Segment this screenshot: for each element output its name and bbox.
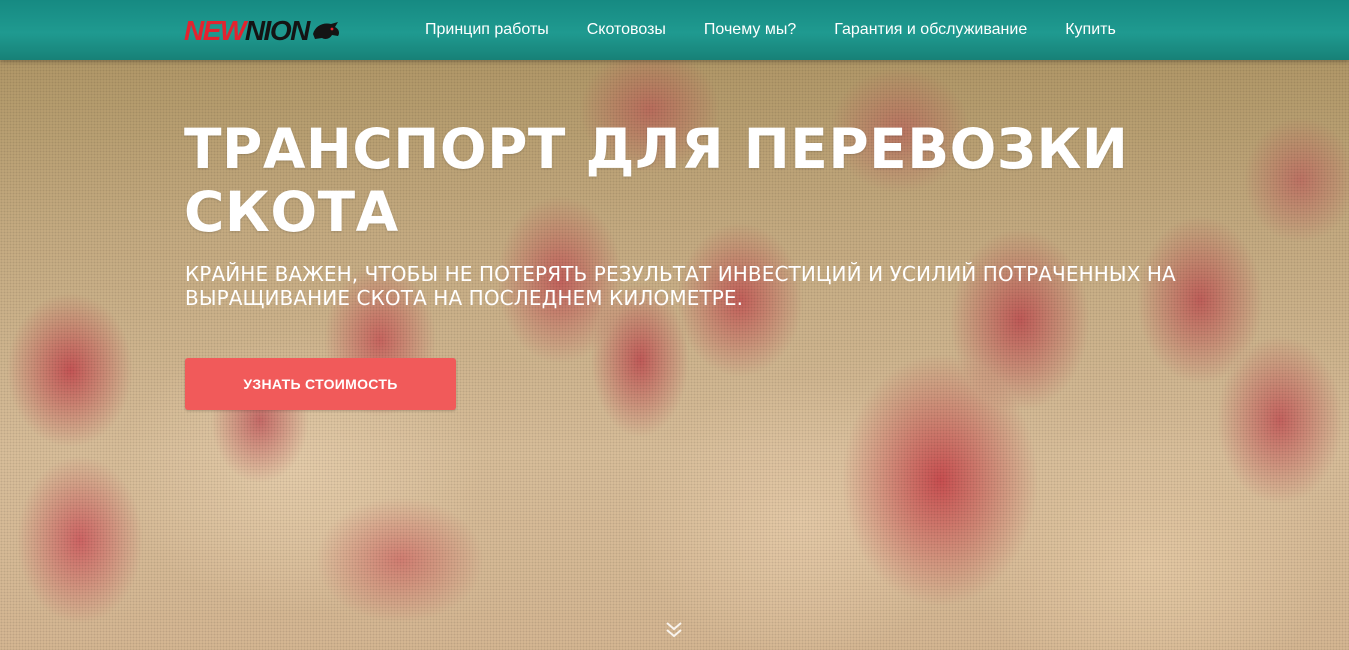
nav-item-buy[interactable]: Купить bbox=[1046, 21, 1135, 39]
get-price-button[interactable]: УЗНАТЬ СТОИМОСТЬ bbox=[185, 358, 456, 410]
nav-item-how-it-works[interactable]: Принцип работы bbox=[406, 21, 568, 39]
logo-text-nion: NION bbox=[244, 15, 311, 46]
logo-text-new: NEW bbox=[184, 15, 246, 46]
nav-item-livestock-trucks[interactable]: Скотовозы bbox=[568, 21, 685, 39]
double-chevron-down-icon[interactable] bbox=[664, 620, 684, 640]
nav-item-warranty-service[interactable]: Гарантия и обслуживание bbox=[815, 21, 1046, 39]
hero-shade-overlay bbox=[0, 0, 1349, 650]
main-navigation: Принцип работы Скотовозы Почему мы? Гара… bbox=[406, 0, 1135, 60]
site-logo[interactable]: NEW NION bbox=[184, 16, 341, 46]
hero-subtitle: КРАЙНЕ ВАЖЕН, ЧТОБЫ НЕ ПОТЕРЯТЬ РЕЗУЛЬТА… bbox=[185, 262, 1176, 310]
nav-item-why-us[interactable]: Почему мы? bbox=[685, 21, 815, 39]
landing-page: NEW NION Принцип работы Скотовозы Почему … bbox=[0, 0, 1349, 650]
hero-title: ТРАНСПОРТ ДЛЯ ПЕРЕВОЗКИ СКОТА bbox=[184, 117, 1129, 244]
site-header: NEW NION Принцип работы Скотовозы Почему … bbox=[0, 0, 1349, 60]
bull-head-icon bbox=[312, 22, 339, 39]
